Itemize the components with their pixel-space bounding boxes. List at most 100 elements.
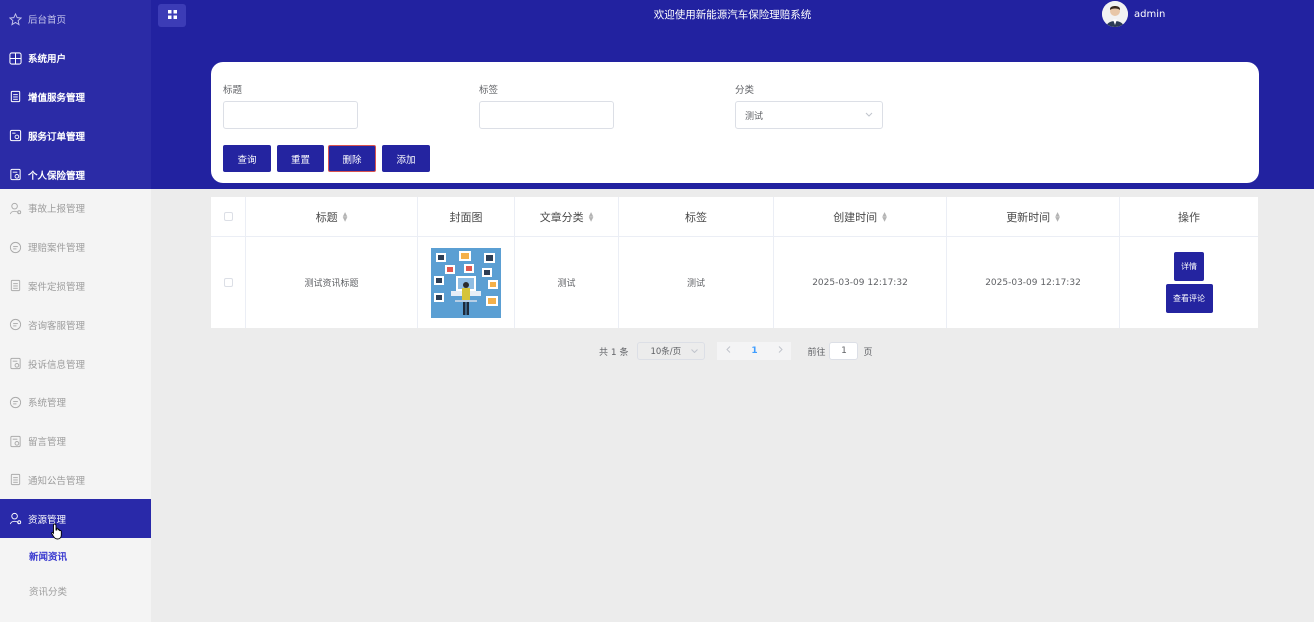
sidebar-subitem-news-categories[interactable]: 资讯分类 xyxy=(0,573,151,608)
user-menu[interactable]: admin xyxy=(1102,1,1165,27)
category-filter-label: 分类 xyxy=(735,85,755,96)
table-row: 测试资讯标题 测试 测试 2025-03-09 12:17:32 2025-03… xyxy=(211,237,1258,328)
sidebar: 后台首页 系统用户 增值服务管理 服务订单管理 个人保险管理 事故上报管理 理赔… xyxy=(0,0,151,622)
cell-created-time: 2025-03-09 12:17:32 xyxy=(774,237,947,328)
sidebar-item-label: 个人保险管理 xyxy=(28,170,86,182)
cell-updated-time: 2025-03-09 12:17:32 xyxy=(947,237,1120,328)
header-category[interactable]: 文章分类 ▲ ▼ xyxy=(515,197,619,236)
sidebar-item-label: 案件定损管理 xyxy=(28,281,86,293)
search-document-icon xyxy=(9,129,22,142)
page-number-current[interactable]: 1 xyxy=(739,342,770,360)
sidebar-item-loss-assessment[interactable]: 案件定损管理 xyxy=(0,267,151,306)
category-selected-value: 测试 xyxy=(745,111,764,122)
table-header-row: 标题 ▲ ▼ 封面图 文章分类 ▲ ▼ 标签 创建时间 ▲ ▼ 更新时间 ▲ ▼ 操作 xyxy=(211,197,1258,237)
sidebar-item-home[interactable]: 后台首页 xyxy=(0,0,151,39)
sidebar-lower-section: 事故上报管理 理赔案件管理 案件定损管理 咨询客服管理 投诉信息管理 系统管理 … xyxy=(0,189,151,608)
detail-button[interactable]: 详情 xyxy=(1174,252,1204,281)
search-document-icon xyxy=(9,168,22,181)
sort-icon[interactable]: ▲ ▼ xyxy=(882,211,887,222)
sort-icon[interactable]: ▲ ▼ xyxy=(1055,211,1060,222)
sort-icon[interactable]: ▲ ▼ xyxy=(589,211,594,222)
sidebar-item-label: 投诉信息管理 xyxy=(28,359,86,371)
total-count: 共 1 条 xyxy=(599,347,629,358)
sidebar-item-messages[interactable]: 留言管理 xyxy=(0,422,151,461)
chat-icon xyxy=(9,318,22,331)
query-button[interactable]: 查询 xyxy=(223,145,271,172)
sidebar-item-system-management[interactable]: 系统管理 xyxy=(0,383,151,422)
sidebar-subitem-label: 资讯分类 xyxy=(29,586,68,598)
sidebar-item-claim-cases[interactable]: 理赔案件管理 xyxy=(0,228,151,267)
cell-cover xyxy=(418,237,515,328)
tag-filter-label: 标签 xyxy=(479,85,499,96)
cell-category: 测试 xyxy=(515,237,619,328)
row-checkbox-cell xyxy=(211,237,246,328)
goto-label: 前往 xyxy=(807,347,826,358)
page-unit-label: 页 xyxy=(863,347,873,358)
search-panel: 标题 标签 分类 测试 查询 重置 删除 添加 xyxy=(211,62,1259,183)
avatar xyxy=(1102,1,1128,27)
sidebar-item-service-orders[interactable]: 服务订单管理 xyxy=(0,116,151,155)
header-tag: 标签 xyxy=(619,197,774,236)
title-filter-label: 标题 xyxy=(223,85,243,96)
sidebar-item-label: 系统用户 xyxy=(28,54,67,66)
header-label: 标题 xyxy=(315,210,338,224)
chat-icon xyxy=(9,241,22,254)
sidebar-item-accident-reports[interactable]: 事故上报管理 xyxy=(0,189,151,228)
sidebar-item-system-users[interactable]: 系统用户 xyxy=(0,39,151,78)
cell-tag: 测试 xyxy=(619,237,774,328)
tag-filter-input[interactable] xyxy=(479,101,614,129)
page-size-select[interactable]: 10条/页 xyxy=(637,342,706,360)
cover-image[interactable] xyxy=(431,247,501,318)
header-title[interactable]: 标题 ▲ ▼ xyxy=(246,197,418,236)
header-checkbox-cell xyxy=(211,197,246,236)
header-created-time[interactable]: 创建时间 ▲ ▼ xyxy=(774,197,947,236)
next-page-button[interactable] xyxy=(769,342,792,360)
row-checkbox[interactable] xyxy=(223,278,233,287)
header-actions: 操作 xyxy=(1120,197,1258,236)
sidebar-item-label: 系统管理 xyxy=(28,398,67,410)
document-icon xyxy=(9,90,22,103)
sidebar-item-announcements[interactable]: 通知公告管理 xyxy=(0,461,151,500)
view-comments-button[interactable]: 查看评论 xyxy=(1165,284,1213,313)
user-icon xyxy=(9,512,22,525)
sidebar-item-customer-service[interactable]: 咨询客服管理 xyxy=(0,305,151,344)
sidebar-item-label: 事故上报管理 xyxy=(28,204,86,216)
reset-button[interactable]: 重置 xyxy=(277,145,324,172)
sidebar-subitem-label: 新闻资讯 xyxy=(29,551,68,563)
sidebar-item-label: 通知公告管理 xyxy=(28,475,86,487)
sidebar-item-value-added-services[interactable]: 增值服务管理 xyxy=(0,78,151,117)
chevron-left-icon xyxy=(726,346,731,356)
select-all-checkbox[interactable] xyxy=(223,212,233,221)
document-icon xyxy=(9,279,22,292)
sidebar-subitem-news[interactable]: 新闻资讯 xyxy=(0,538,151,573)
sidebar-item-label: 后台首页 xyxy=(28,15,67,27)
prev-page-button[interactable] xyxy=(717,342,740,360)
sidebar-item-label: 服务订单管理 xyxy=(28,131,86,143)
sidebar-item-label: 增值服务管理 xyxy=(28,92,86,104)
star-icon xyxy=(9,12,22,26)
pagination: 共 1 条 10条/页 1 前往 1 页 xyxy=(599,342,872,360)
search-document-icon xyxy=(9,435,22,448)
cell-title: 测试资讯标题 xyxy=(246,237,418,328)
document-icon xyxy=(9,473,22,486)
add-button[interactable]: 添加 xyxy=(382,145,430,172)
hand-pointer-icon xyxy=(51,523,63,543)
sidebar-item-complaints[interactable]: 投诉信息管理 xyxy=(0,344,151,383)
sort-icon[interactable]: ▲ ▼ xyxy=(343,211,348,222)
header-label: 文章分类 xyxy=(539,210,584,224)
sidebar-item-label: 咨询客服管理 xyxy=(28,320,86,332)
category-filter-select[interactable]: 测试 xyxy=(735,101,883,129)
sidebar-item-resources[interactable]: 资源管理 xyxy=(0,499,151,539)
username: admin xyxy=(1134,8,1166,20)
chevron-down-icon xyxy=(865,110,873,120)
goto-page-input[interactable]: 1 xyxy=(829,342,859,360)
sidebar-item-label: 理赔案件管理 xyxy=(28,243,86,255)
delete-button[interactable]: 删除 xyxy=(328,145,376,172)
grid-icon xyxy=(9,52,22,65)
header-label: 标签 xyxy=(685,210,707,224)
header-updated-time[interactable]: 更新时间 ▲ ▼ xyxy=(947,197,1120,236)
sidebar-item-label: 留言管理 xyxy=(28,437,67,449)
cell-actions: 详情 查看评论 xyxy=(1120,237,1258,328)
header-label: 更新时间 xyxy=(1006,210,1051,224)
title-filter-input[interactable] xyxy=(223,101,358,129)
